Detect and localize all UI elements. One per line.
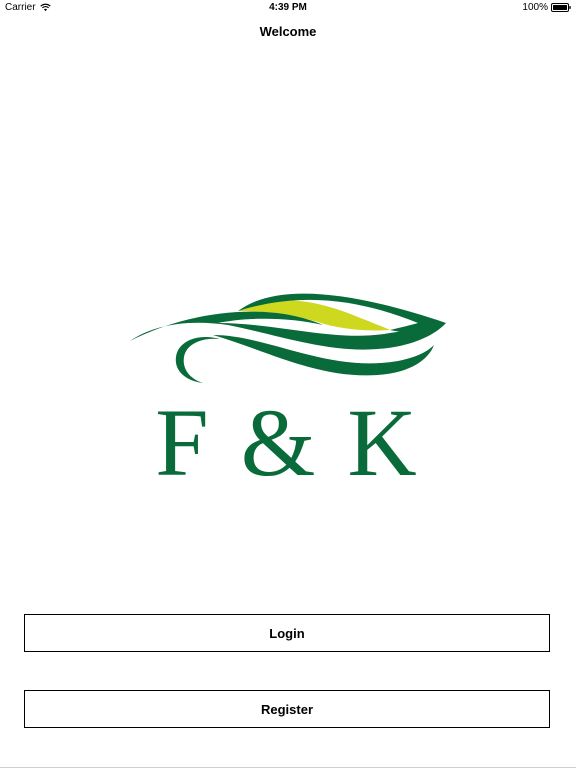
page-title: Welcome xyxy=(259,24,317,39)
fk-logo: F & K xyxy=(130,293,446,483)
status-right: 100% xyxy=(522,2,571,13)
register-button[interactable]: Register xyxy=(24,690,550,728)
status-bar: Carrier 4:39 PM 100% xyxy=(0,0,576,16)
battery-percent: 100% xyxy=(522,2,548,13)
status-time: 4:39 PM xyxy=(269,2,307,13)
battery-full-icon xyxy=(551,3,571,12)
logo-text: F & K xyxy=(155,389,420,483)
login-button[interactable]: Login xyxy=(24,614,550,652)
logo-wheel-arc xyxy=(175,337,220,383)
